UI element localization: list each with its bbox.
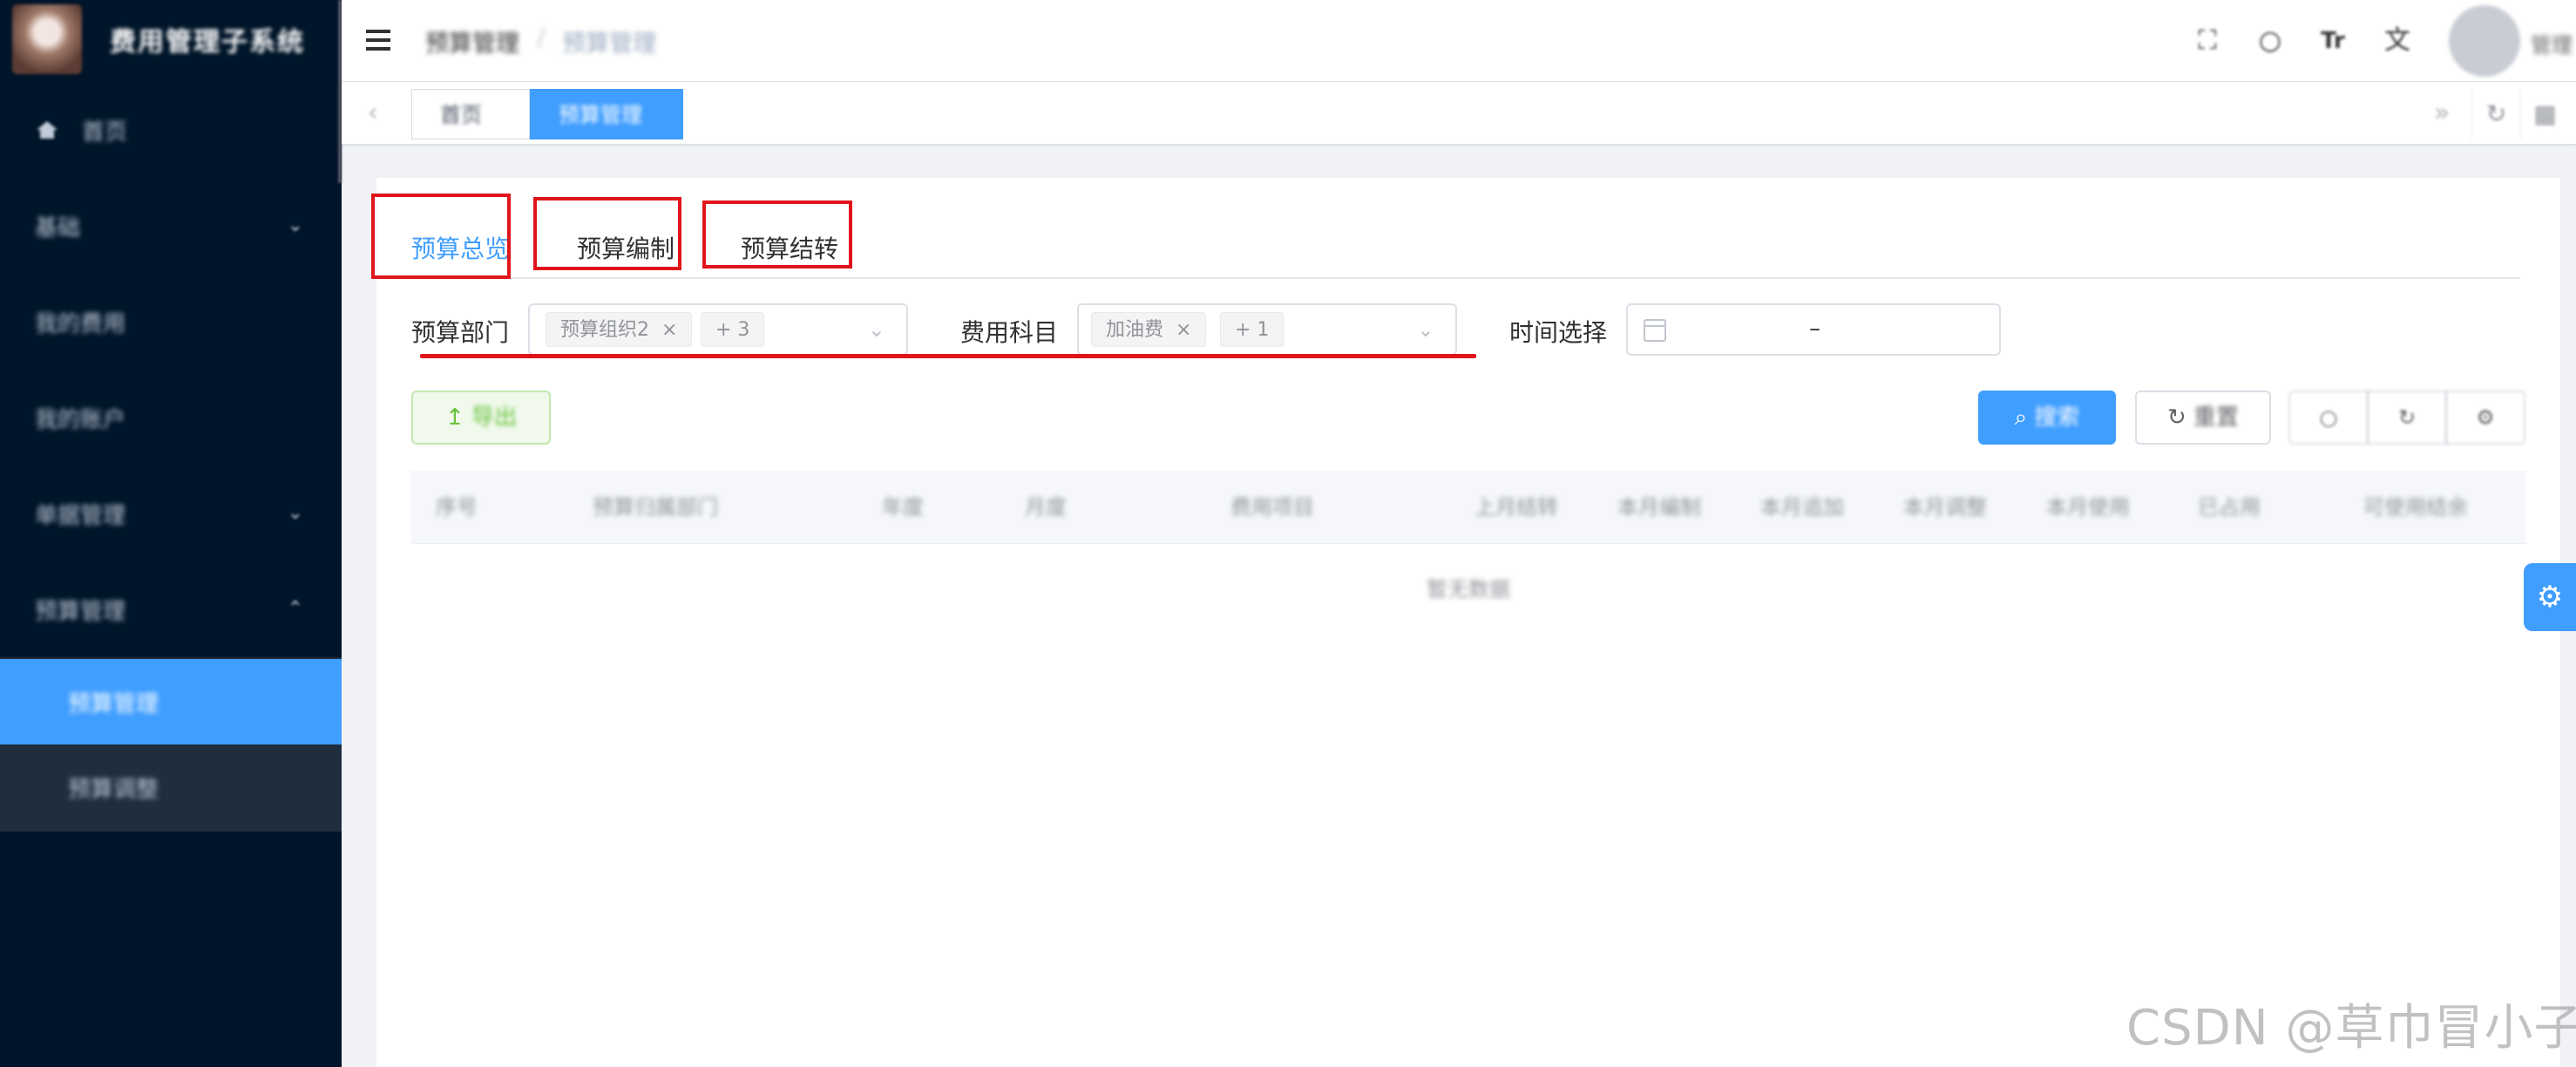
column-header: 已占用 <box>2198 495 2261 520</box>
tag-label: 预算管理 <box>559 103 642 127</box>
dept-select[interactable]: 预算组织2 × + 3 ⌄ <box>528 303 908 356</box>
sidebar-item-label: 单据管理 <box>35 502 126 529</box>
export-button[interactable]: ↥ 导出 <box>411 391 551 445</box>
tab-bar: 预算总览 预算编制 预算结转 <box>376 178 2520 279</box>
sidebar-item-documents[interactable]: 单据管理 ⌄ <box>0 471 342 556</box>
table-header: 序号 预算归属部门 年度 月度 费用项目 上月结转 本月编制 本月追加 本月调整… <box>411 471 2525 544</box>
close-icon[interactable]: × <box>661 319 677 341</box>
column-header: 费用项目 <box>1230 495 1314 520</box>
sidebar-item-label: 我的账户 <box>35 406 126 433</box>
subject-select[interactable]: 加油费 × + 1 ⌄ <box>1077 303 1457 356</box>
column-settings-icon[interactable]: ⚙ <box>2445 391 2525 445</box>
chevron-down-icon: ⌄ <box>867 317 885 342</box>
username[interactable]: 管理 <box>2531 28 2573 58</box>
hamburger-icon[interactable] <box>366 30 390 51</box>
chevron-right-icon[interactable]: » <box>2424 96 2459 131</box>
annotation-box <box>702 200 852 268</box>
annotation-underline <box>420 354 1476 358</box>
breadcrumb-current: 预算管理 <box>562 31 657 58</box>
calendar-icon <box>1644 319 1666 342</box>
sidebar-item-label: 基础 <box>35 214 81 241</box>
translate-icon[interactable]: 文 <box>2383 26 2412 56</box>
top-navbar: 预算管理 / 预算管理 ⛶ ○ Tr 文 管理 <box>342 0 2576 82</box>
app-title: 费用管理子系统 <box>110 27 305 58</box>
reset-label: 重置 <box>2193 404 2240 431</box>
fullscreen-icon[interactable]: ⛶ <box>2193 26 2222 56</box>
breadcrumb-separator: / <box>537 24 546 51</box>
chevron-left-icon[interactable]: ‹ <box>356 96 390 131</box>
sidebar-item-label: 我的费用 <box>35 310 126 337</box>
date-range-picker[interactable]: – <box>1626 303 2001 356</box>
column-header: 可使用结余 <box>2363 495 2468 520</box>
date-separator: – <box>1809 316 1820 342</box>
tag-home[interactable]: 首页 <box>411 89 530 139</box>
sidebar-item-label: 预算管理 <box>35 598 126 625</box>
sidebar-item-label: 首页 <box>82 119 128 146</box>
chevron-down-icon: ⌄ <box>287 502 303 524</box>
sidebar-item-label: 预算调整 <box>68 776 159 803</box>
sidebar-item-home[interactable]: 首页 <box>0 87 342 173</box>
column-header: 序号 <box>436 495 478 520</box>
chevron-down-icon: ⌄ <box>1416 317 1434 342</box>
watermark: CSDN @草巾冒小子 <box>2126 1000 2576 1057</box>
logo-image <box>12 4 82 74</box>
column-header: 年度 <box>882 495 924 520</box>
tag-budget-management[interactable]: 预算管理 <box>530 89 683 139</box>
settings-gear-icon[interactable]: ⚙ <box>2524 563 2576 631</box>
tags-view: ‹ 首页 预算管理 » ↻ ▦ <box>342 82 2576 145</box>
chip-label: 加油费 <box>1106 319 1164 341</box>
subject-label: 费用科目 <box>960 318 1059 347</box>
search-label: 搜索 <box>2034 404 2080 431</box>
dept-chip[interactable]: 预算组织2 × <box>546 312 693 347</box>
refresh-icon[interactable]: ↻ <box>2367 391 2447 445</box>
empty-placeholder: 暂无数据 <box>1427 577 1510 601</box>
toggle-search-icon[interactable]: ○ <box>2288 391 2369 445</box>
sidebar-item-my-expenses[interactable]: 我的费用 <box>0 279 342 364</box>
refresh-icon[interactable]: ↻ <box>2471 89 2520 139</box>
close-icon[interactable]: × <box>1176 319 1191 341</box>
column-header: 月度 <box>1025 495 1067 520</box>
breadcrumb: 预算管理 / 预算管理 <box>425 24 656 58</box>
subject-chip[interactable]: 加油费 × <box>1091 312 1207 347</box>
column-header: 本月编制 <box>1617 495 1701 520</box>
app-root: 费用管理子系统 首页 基础 ⌄ 我的费用 我的账户 单据管理 ⌄ 预算管理 ⌃ … <box>0 0 2576 1067</box>
column-header: 本月调整 <box>1903 495 1987 520</box>
sidebar-item-basic[interactable]: 基础 ⌄ <box>0 183 342 268</box>
sidebar-item-budget[interactable]: 预算管理 ⌃ <box>0 567 342 652</box>
search-button[interactable]: ⌕ 搜索 <box>1978 391 2116 445</box>
sidebar-item-budget-management[interactable]: 预算管理 <box>0 659 342 744</box>
export-label: 导出 <box>471 404 518 431</box>
sidebar: 费用管理子系统 首页 基础 ⌄ 我的费用 我的账户 单据管理 ⌄ 预算管理 ⌃ … <box>0 0 342 1067</box>
search-icon[interactable]: ○ <box>2255 26 2285 56</box>
annotation-box <box>533 197 681 270</box>
sidebar-item-label: 预算管理 <box>68 690 159 717</box>
dept-more-chip: + 3 <box>701 312 765 347</box>
chevron-up-icon: ⌃ <box>287 598 303 620</box>
font-size-icon[interactable]: Tr <box>2318 26 2348 56</box>
time-label: 时间选择 <box>1509 318 1608 347</box>
sidebar-item-budget-adjust[interactable]: 预算调整 <box>0 744 342 830</box>
main-content: 预算总览 预算编制 预算结转 预算部门 预算组织2 × + 3 ⌄ 费用科目 加油… <box>371 178 2560 1067</box>
subject-more-chip: + 1 <box>1220 312 1285 347</box>
grid-icon[interactable]: ▦ <box>2520 89 2569 139</box>
annotation-box <box>371 194 511 279</box>
home-icon <box>37 121 58 139</box>
sidebar-item-my-account[interactable]: 我的账户 <box>0 375 342 460</box>
column-header: 上月结转 <box>1474 495 1558 520</box>
dept-label: 预算部门 <box>411 318 510 347</box>
column-header: 本月追加 <box>1760 495 1844 520</box>
reset-button[interactable]: ↻ 重置 <box>2135 391 2271 445</box>
breadcrumb-item[interactable]: 预算管理 <box>425 24 519 58</box>
avatar[interactable] <box>2449 5 2520 77</box>
column-header: 预算归属部门 <box>593 495 718 520</box>
chip-label: 预算组织2 <box>560 319 649 341</box>
column-header: 本月使用 <box>2046 495 2130 520</box>
chevron-down-icon: ⌄ <box>287 214 303 236</box>
tag-label: 首页 <box>440 103 482 127</box>
logo[interactable]: 费用管理子系统 <box>0 0 342 78</box>
